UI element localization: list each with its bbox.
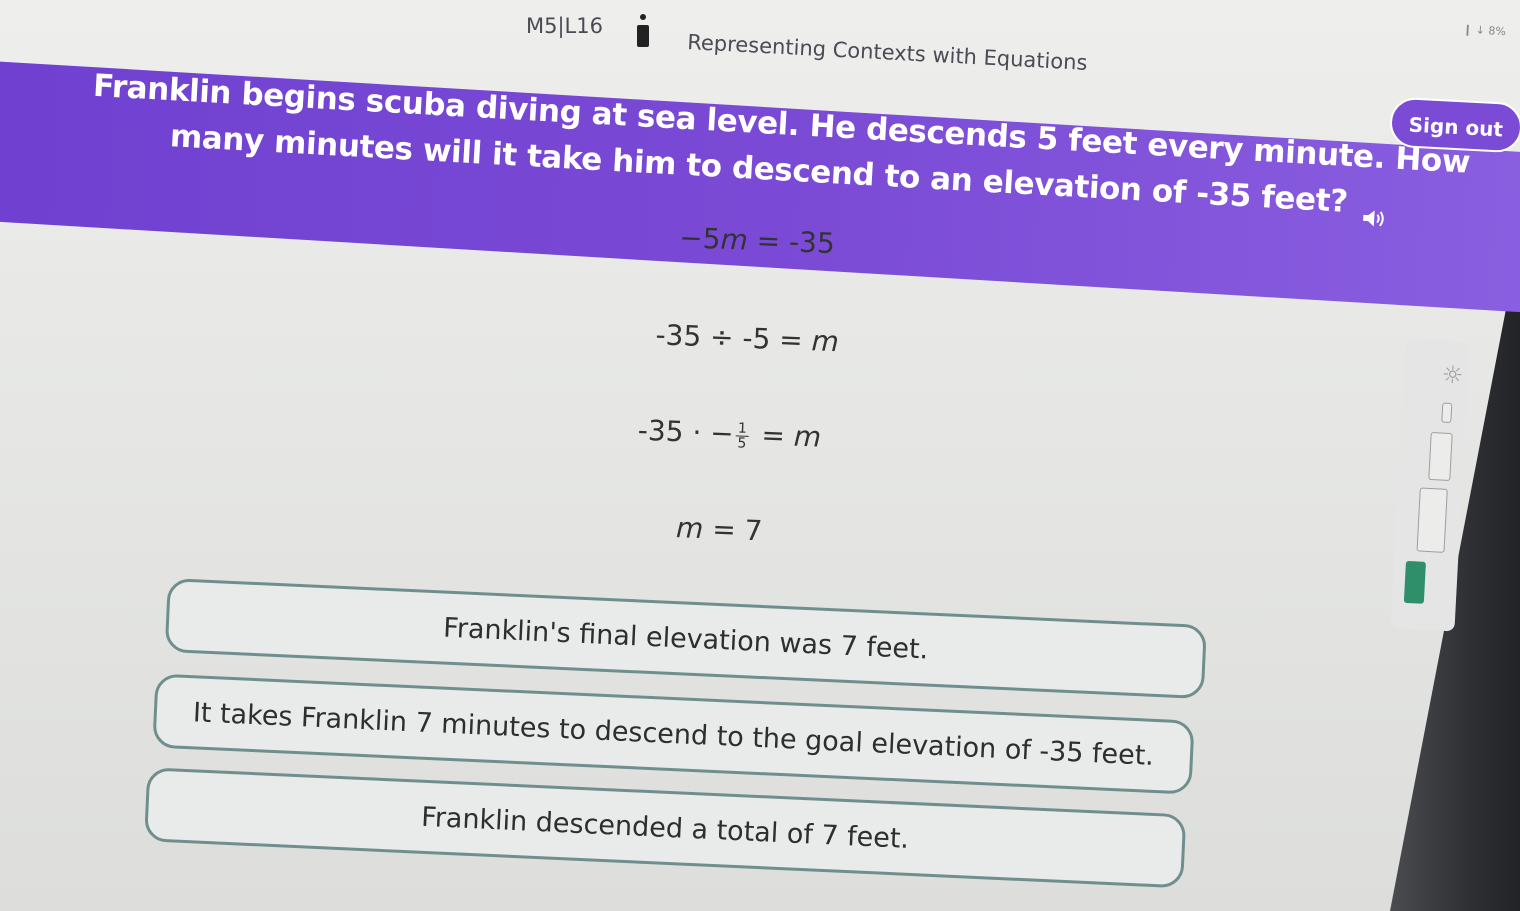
sign-out-button[interactable]: Sign out xyxy=(1388,96,1520,154)
settings-icon[interactable]: ☼ xyxy=(1441,360,1464,389)
step-3-right: = xyxy=(751,418,795,453)
answer-option-1-label: Franklin's final elevation was 7 feet. xyxy=(442,612,929,666)
answer-options: Franklin's final elevation was 7 feet. I… xyxy=(144,578,1227,889)
lesson-code: M5|L16 xyxy=(526,14,603,38)
fraction-numerator: 1 xyxy=(735,419,750,437)
step-4-var: m xyxy=(675,511,705,546)
person-icon[interactable] xyxy=(636,14,650,50)
pencil-tool-icon[interactable] xyxy=(1441,402,1453,424)
speaker-icon[interactable] xyxy=(1361,194,1388,226)
person-icon-head xyxy=(640,14,646,20)
step-3-left: -35 · − xyxy=(637,413,735,451)
step-1-right: = -35 xyxy=(747,223,836,261)
step-2-var: m xyxy=(810,324,840,359)
answer-option-3-label: Franklin descended a total of 7 feet. xyxy=(420,801,910,855)
equation-step-2: -35 ÷ -5 = m xyxy=(655,318,840,358)
step-3-var: m xyxy=(793,419,822,454)
fraction: 15 xyxy=(735,419,750,452)
top-bar: M5|L16 Representing Contexts with Equati… xyxy=(0,0,1520,75)
person-icon-body xyxy=(637,25,649,47)
notes-tool-icon[interactable] xyxy=(1416,487,1448,553)
equation-step-1: −5m = -35 xyxy=(679,221,836,260)
status-indicators: ❙ ↓ 8% xyxy=(1462,22,1507,39)
step-1-left: −5 xyxy=(678,221,722,256)
equation-step-3: -35 · −1 5 = m xyxy=(637,414,822,454)
active-tool-icon[interactable] xyxy=(1403,560,1426,604)
screen: M5|L16 Representing Contexts with Equati… xyxy=(0,0,1520,911)
equation-step-4: m = 7 xyxy=(676,511,764,547)
highlighter-tool-icon[interactable] xyxy=(1428,431,1453,482)
answer-option-2-label: It takes Franklin 7 minutes to descend t… xyxy=(192,696,1155,772)
step-4-right: = 7 xyxy=(702,512,764,548)
fraction-denominator: 5 xyxy=(737,434,747,452)
step-1-var: m xyxy=(719,222,749,257)
step-2-left: -35 ÷ -5 = xyxy=(654,318,813,358)
lesson-title: Representing Contexts with Equations xyxy=(686,30,1089,75)
